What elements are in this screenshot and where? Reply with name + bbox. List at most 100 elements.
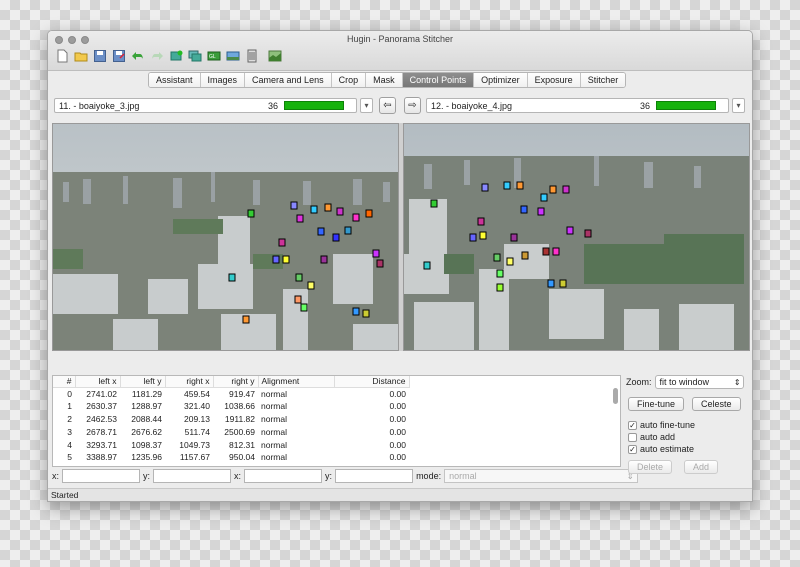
cell-right-y: 950.04 <box>229 452 255 463</box>
tab-crop[interactable]: Crop <box>331 73 367 87</box>
auto-estimate-option[interactable]: ✓ auto estimate <box>628 443 750 455</box>
right-image-selector: 12. - boaiyoke_4.jpg 36 ▾ <box>426 98 745 113</box>
left-dropdown-chevron-icon[interactable]: ▾ <box>360 98 373 113</box>
stitch-icon[interactable] <box>267 48 283 64</box>
right-dropdown-chevron-icon[interactable]: ▾ <box>732 98 745 113</box>
coordinate-editor: x: y: x: y: mode: normal ⇕ <box>52 469 639 483</box>
col-header-left-x[interactable]: left x <box>75 376 121 388</box>
tab-images[interactable]: Images <box>200 73 246 87</box>
tab-camera-and-lens[interactable]: Camera and Lens <box>245 73 332 87</box>
table-row[interactable]: 5 3388.97 1235.96 1157.67 950.04 normal … <box>53 451 409 464</box>
table-row[interactable]: 3 2678.71 2676.62 511.74 2500.69 normal … <box>53 425 409 438</box>
right-y-field[interactable] <box>335 469 414 483</box>
tab-exposure[interactable]: Exposure <box>527 73 581 87</box>
open-icon[interactable] <box>73 48 89 64</box>
cell-alignment: normal <box>261 452 287 463</box>
tune-buttons: Fine-tune Celeste <box>626 397 750 411</box>
table-scrollbar[interactable] <box>613 388 618 404</box>
tab-control-points[interactable]: Control Points <box>402 73 475 87</box>
control-points-table[interactable]: # left x left y right x right y Alignmen… <box>52 375 621 467</box>
cell-index: 2 <box>67 413 72 424</box>
auto-estimate-checkbox[interactable]: ✓ <box>628 444 637 454</box>
delete-button[interactable]: Delete <box>628 460 673 474</box>
layout-icon[interactable] <box>244 48 260 64</box>
cell-index: 4 <box>67 439 72 450</box>
svg-text:GL: GL <box>209 54 216 60</box>
prev-arrow-button[interactable]: ⇦ <box>379 97 396 114</box>
left-x-label: x: <box>52 471 60 481</box>
zoom-row: Zoom: fit to window ⇕ <box>626 375 750 389</box>
add-button[interactable]: Add <box>684 460 719 474</box>
cell-alignment: normal <box>261 413 287 424</box>
table-header-row: # left x left y right x right y Alignmen… <box>53 376 410 388</box>
zoom-value: fit to window <box>659 377 710 387</box>
window-title: Hugin - Panorama Stitcher <box>346 34 454 44</box>
options-group: ✓ auto fine-tune auto add ✓ auto estimat… <box>626 419 750 455</box>
new-icon[interactable] <box>54 48 70 64</box>
col-header-index[interactable]: # <box>53 376 76 388</box>
mode-select[interactable]: normal ⇕ <box>444 469 639 483</box>
table-row[interactable]: 0 2741.02 1181.29 459.54 919.47 normal 0… <box>53 387 409 400</box>
left-image-count: 36 <box>268 100 279 111</box>
add-images-icon[interactable] <box>168 48 184 64</box>
preview-icon[interactable] <box>225 48 241 64</box>
zoom-label: Zoom: <box>626 377 652 387</box>
col-header-right-x[interactable]: right x <box>165 376 214 388</box>
next-arrow-button[interactable]: ⇨ <box>404 97 421 114</box>
titlebar: Hugin - Panorama Stitcher GL <box>48 31 752 71</box>
auto-fine-tune-option[interactable]: ✓ auto fine-tune <box>628 419 750 431</box>
undo-icon[interactable] <box>130 48 146 64</box>
cell-right-x: 209.13 <box>184 413 210 424</box>
left-image-combo[interactable]: 11. - boaiyoke_3.jpg 36 <box>54 98 357 113</box>
add-series-icon[interactable] <box>187 48 203 64</box>
left-y-field[interactable] <box>153 469 232 483</box>
fine-tune-button[interactable]: Fine-tune <box>628 397 685 411</box>
tab-assistant[interactable]: Assistant <box>149 73 201 87</box>
zoom-select[interactable]: fit to window ⇕ <box>654 375 744 389</box>
cell-left-y: 2676.62 <box>131 426 162 437</box>
cell-right-x: 459.54 <box>184 388 210 399</box>
cell-right-x: 511.74 <box>184 426 210 437</box>
right-y-label: y: <box>325 471 333 481</box>
cell-index: 5 <box>67 452 72 463</box>
cell-distance: 0.00 <box>389 413 406 424</box>
col-header-alignment[interactable]: Alignment <box>258 376 335 388</box>
left-x-field[interactable] <box>62 469 141 483</box>
redo-icon[interactable] <box>149 48 165 64</box>
right-image-combo[interactable]: 12. - boaiyoke_4.jpg 36 <box>426 98 729 113</box>
tab-stitcher[interactable]: Stitcher <box>580 73 626 87</box>
cell-right-y: 812.31 <box>229 439 255 450</box>
cell-distance: 0.00 <box>389 401 406 412</box>
cell-index: 1 <box>67 401 72 412</box>
table-row[interactable]: 4 3293.71 1098.37 1049.73 812.31 normal … <box>53 438 409 451</box>
cell-right-x: 321.40 <box>184 401 210 412</box>
cell-alignment: normal <box>261 426 287 437</box>
right-image-count: 36 <box>640 100 651 111</box>
tab-optimizer[interactable]: Optimizer <box>474 73 528 87</box>
cell-distance: 0.00 <box>389 439 406 450</box>
save-icon[interactable] <box>92 48 108 64</box>
cell-right-y: 2500.69 <box>224 426 255 437</box>
auto-add-option[interactable]: auto add <box>628 431 750 443</box>
table-row[interactable]: 1 2630.37 1288.97 321.40 1038.66 normal … <box>53 400 409 413</box>
cell-left-x: 2741.02 <box>86 388 117 399</box>
right-image-panel[interactable] <box>403 123 750 351</box>
col-header-left-y[interactable]: left y <box>120 376 166 388</box>
left-image-name: 11. - boaiyoke_3.jpg <box>59 100 140 111</box>
align-icon[interactable]: GL <box>206 48 222 64</box>
tab-mask[interactable]: Mask <box>366 73 403 87</box>
celeste-button[interactable]: Celeste <box>692 397 741 411</box>
table-row[interactable]: 2 2462.53 2088.44 209.13 1911.82 normal … <box>53 413 409 426</box>
save-as-icon[interactable] <box>111 48 127 64</box>
cell-left-y: 1235.96 <box>131 452 162 463</box>
left-y-label: y: <box>143 471 151 481</box>
cell-left-x: 2678.71 <box>86 426 117 437</box>
auto-fine-tune-checkbox[interactable]: ✓ <box>628 420 637 430</box>
cell-right-y: 1038.66 <box>224 401 255 412</box>
col-header-distance[interactable]: Distance <box>334 376 410 388</box>
left-image-panel[interactable] <box>52 123 399 351</box>
right-x-field[interactable] <box>244 469 323 483</box>
status-bar: Started <box>48 488 752 501</box>
auto-add-checkbox[interactable] <box>628 432 637 442</box>
col-header-right-y[interactable]: right y <box>213 376 259 388</box>
